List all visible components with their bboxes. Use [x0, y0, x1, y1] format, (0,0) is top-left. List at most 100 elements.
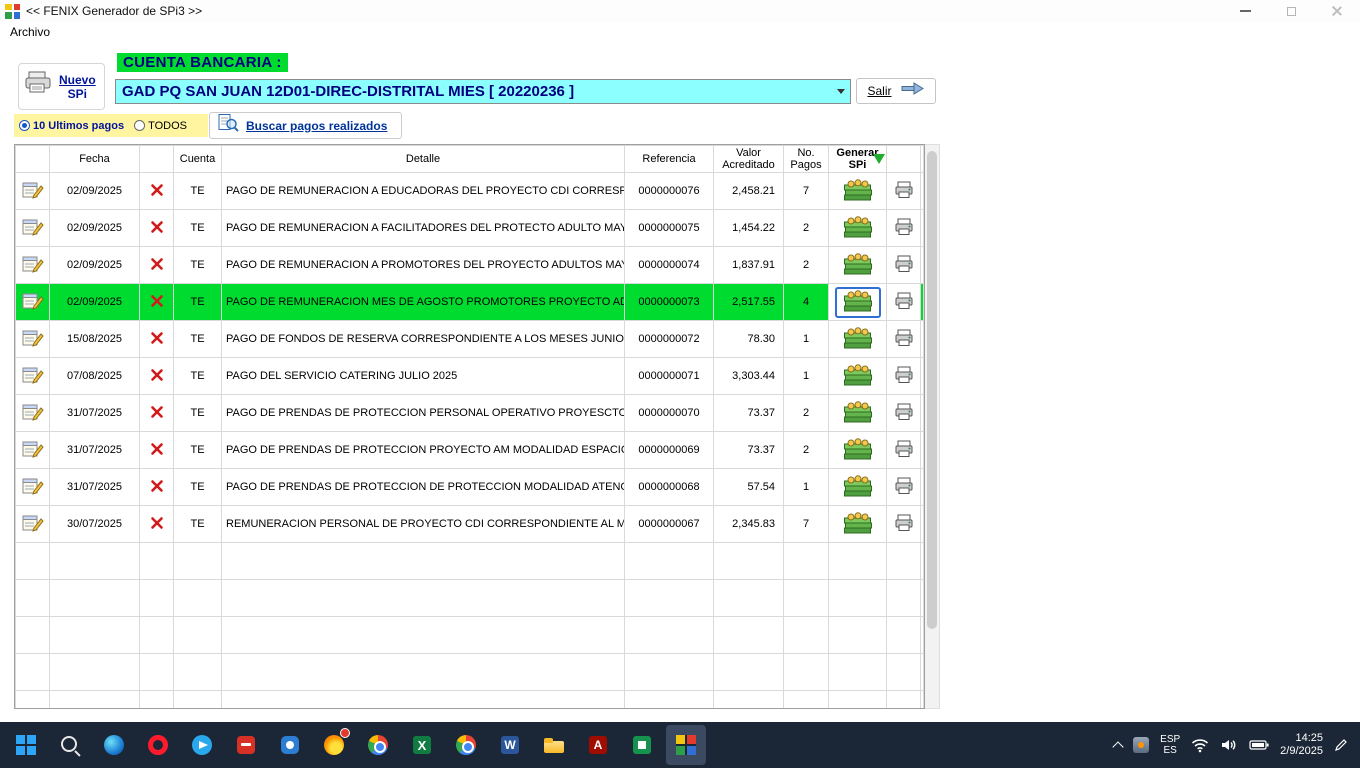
delete-icon[interactable] [150, 479, 164, 493]
header-generar-spi[interactable]: Generar SPi [829, 146, 887, 173]
header-no-pagos[interactable]: No. Pagos [784, 146, 829, 173]
print-icon[interactable] [894, 218, 914, 236]
edit-row-icon[interactable] [22, 403, 44, 421]
header-detalle[interactable]: Detalle [222, 146, 625, 173]
generar-spi-button[interactable] [835, 287, 881, 318]
table-row[interactable]: 15/08/2025 TE PAGO DE FONDOS DE RESERVA … [16, 321, 924, 358]
delete-icon[interactable] [150, 294, 164, 308]
print-icon[interactable] [894, 181, 914, 199]
fenix-taskbar-icon[interactable] [666, 725, 706, 765]
edit-row-icon[interactable] [22, 255, 44, 273]
opera-icon [146, 733, 170, 757]
menu-archivo[interactable]: Archivo [0, 25, 60, 39]
generar-spi-button[interactable] [835, 435, 881, 466]
print-icon[interactable] [894, 477, 914, 495]
delete-icon[interactable] [150, 368, 164, 382]
print-icon[interactable] [894, 366, 914, 384]
acrobat-taskbar-icon[interactable] [578, 725, 618, 765]
radio-todos[interactable]: TODOS [134, 120, 187, 132]
edit-row-icon[interactable] [22, 440, 44, 458]
tray-app-icon[interactable] [1133, 737, 1149, 753]
edit-row-icon[interactable] [22, 181, 44, 199]
table-row[interactable]: 30/07/2025 TE REMUNERACION PERSONAL DE P… [16, 506, 924, 543]
app-blue-taskbar-icon[interactable] [270, 725, 310, 765]
table-row[interactable]: 07/08/2025 TE PAGO DEL SERVICIO CATERING… [16, 358, 924, 395]
scrollbar-thumb[interactable] [927, 151, 937, 629]
table-row[interactable]: 02/09/2025 TE PAGO DE REMUNERACION A PRO… [16, 247, 924, 284]
table-row[interactable]: 02/09/2025 TE PAGO DE REMUNERACION MES D… [16, 284, 924, 321]
header-fecha[interactable]: Fecha [50, 146, 140, 173]
excel-taskbar-icon[interactable] [402, 725, 442, 765]
generar-spi-button[interactable] [835, 324, 881, 355]
volume-icon[interactable] [1220, 738, 1238, 752]
delete-icon[interactable] [150, 405, 164, 419]
combo-dropdown-button[interactable] [832, 80, 850, 103]
table-scrollbar[interactable] [925, 144, 940, 709]
print-icon[interactable] [894, 403, 914, 421]
tray-chevron-up-icon[interactable] [1114, 740, 1122, 751]
app-blue-icon [278, 733, 302, 757]
delete-icon[interactable] [150, 257, 164, 271]
table-row[interactable]: 02/09/2025 TE PAGO DE REMUNERACION A EDU… [16, 173, 924, 210]
generar-spi-button[interactable] [835, 361, 881, 392]
generar-spi-button[interactable] [835, 398, 881, 429]
cuenta-bancaria-select[interactable]: GAD PQ SAN JUAN 12D01-DIREC-DISTRITAL MI… [115, 79, 851, 104]
table-row[interactable]: 02/09/2025 TE PAGO DE REMUNERACION A FAC… [16, 210, 924, 247]
salir-button[interactable]: Salir [856, 78, 936, 104]
delete-icon[interactable] [150, 516, 164, 530]
delete-icon[interactable] [150, 442, 164, 456]
table-row[interactable]: 31/07/2025 TE PAGO DE PRENDAS DE PROTECC… [16, 469, 924, 506]
opera-taskbar-icon[interactable] [138, 725, 178, 765]
green-app-taskbar-icon[interactable] [622, 725, 662, 765]
table-row[interactable]: 31/07/2025 TE PAGO DE PRENDAS DE PROTECC… [16, 395, 924, 432]
generar-spi-button[interactable] [835, 472, 881, 503]
pen-icon[interactable] [1334, 738, 1348, 752]
search-taskbar-icon[interactable] [50, 725, 90, 765]
generar-spi-button[interactable] [835, 176, 881, 207]
cell-fecha: 31/07/2025 [50, 432, 140, 469]
delete-icon[interactable] [150, 331, 164, 345]
print-icon[interactable] [894, 255, 914, 273]
edit-row-icon[interactable] [22, 366, 44, 384]
table-row[interactable]: 31/07/2025 TE PAGO DE PRENDAS DE PROTECC… [16, 432, 924, 469]
header-valor-acreditado[interactable]: Valor Acreditado [714, 146, 784, 173]
buscar-pagos-button[interactable]: Buscar pagos realizados [209, 112, 402, 139]
nuevo-spi-button[interactable]: Nuevo SPi [18, 63, 105, 110]
header-cuenta[interactable]: Cuenta [174, 146, 222, 173]
battery-icon[interactable] [1249, 739, 1269, 751]
print-icon[interactable] [894, 292, 914, 310]
edit-row-icon[interactable] [22, 514, 44, 532]
print-icon[interactable] [894, 440, 914, 458]
postbox-taskbar-icon[interactable] [226, 725, 266, 765]
maximize-button[interactable] [1268, 0, 1314, 22]
edit-row-icon[interactable] [22, 218, 44, 236]
cell-fecha: 31/07/2025 [50, 469, 140, 506]
browser-taskbar-icon[interactable] [446, 725, 486, 765]
delete-icon[interactable] [150, 220, 164, 234]
telegram-taskbar-icon[interactable] [182, 725, 222, 765]
print-icon[interactable] [894, 329, 914, 347]
chrome-taskbar-icon[interactable] [358, 725, 398, 765]
edit-row-icon[interactable] [22, 477, 44, 495]
word-taskbar-icon[interactable] [490, 725, 530, 765]
radio-ultimos-pagos[interactable]: 10 Ultimos pagos [19, 120, 124, 132]
wifi-icon[interactable] [1191, 738, 1209, 753]
edit-row-icon[interactable] [22, 329, 44, 347]
firefox-taskbar-icon[interactable] [314, 725, 354, 765]
clock[interactable]: 14:25 2/9/2025 [1280, 732, 1323, 758]
minimize-button[interactable] [1222, 0, 1268, 22]
language-indicator[interactable]: ESP ES [1160, 734, 1180, 756]
empty-table-row [16, 691, 924, 710]
edit-row-icon[interactable] [22, 292, 44, 310]
file-explorer-taskbar-icon[interactable] [534, 725, 574, 765]
print-icon[interactable] [894, 514, 914, 532]
generar-spi-button[interactable] [835, 250, 881, 281]
header-referencia[interactable]: Referencia [625, 146, 714, 173]
generar-spi-button[interactable] [835, 509, 881, 540]
edge-taskbar-icon[interactable] [94, 725, 134, 765]
generar-spi-button[interactable] [835, 213, 881, 244]
cell-valor: 2,517.55 [714, 284, 784, 321]
start-taskbar-icon[interactable] [6, 725, 46, 765]
delete-icon[interactable] [150, 183, 164, 197]
close-button[interactable] [1314, 0, 1360, 22]
